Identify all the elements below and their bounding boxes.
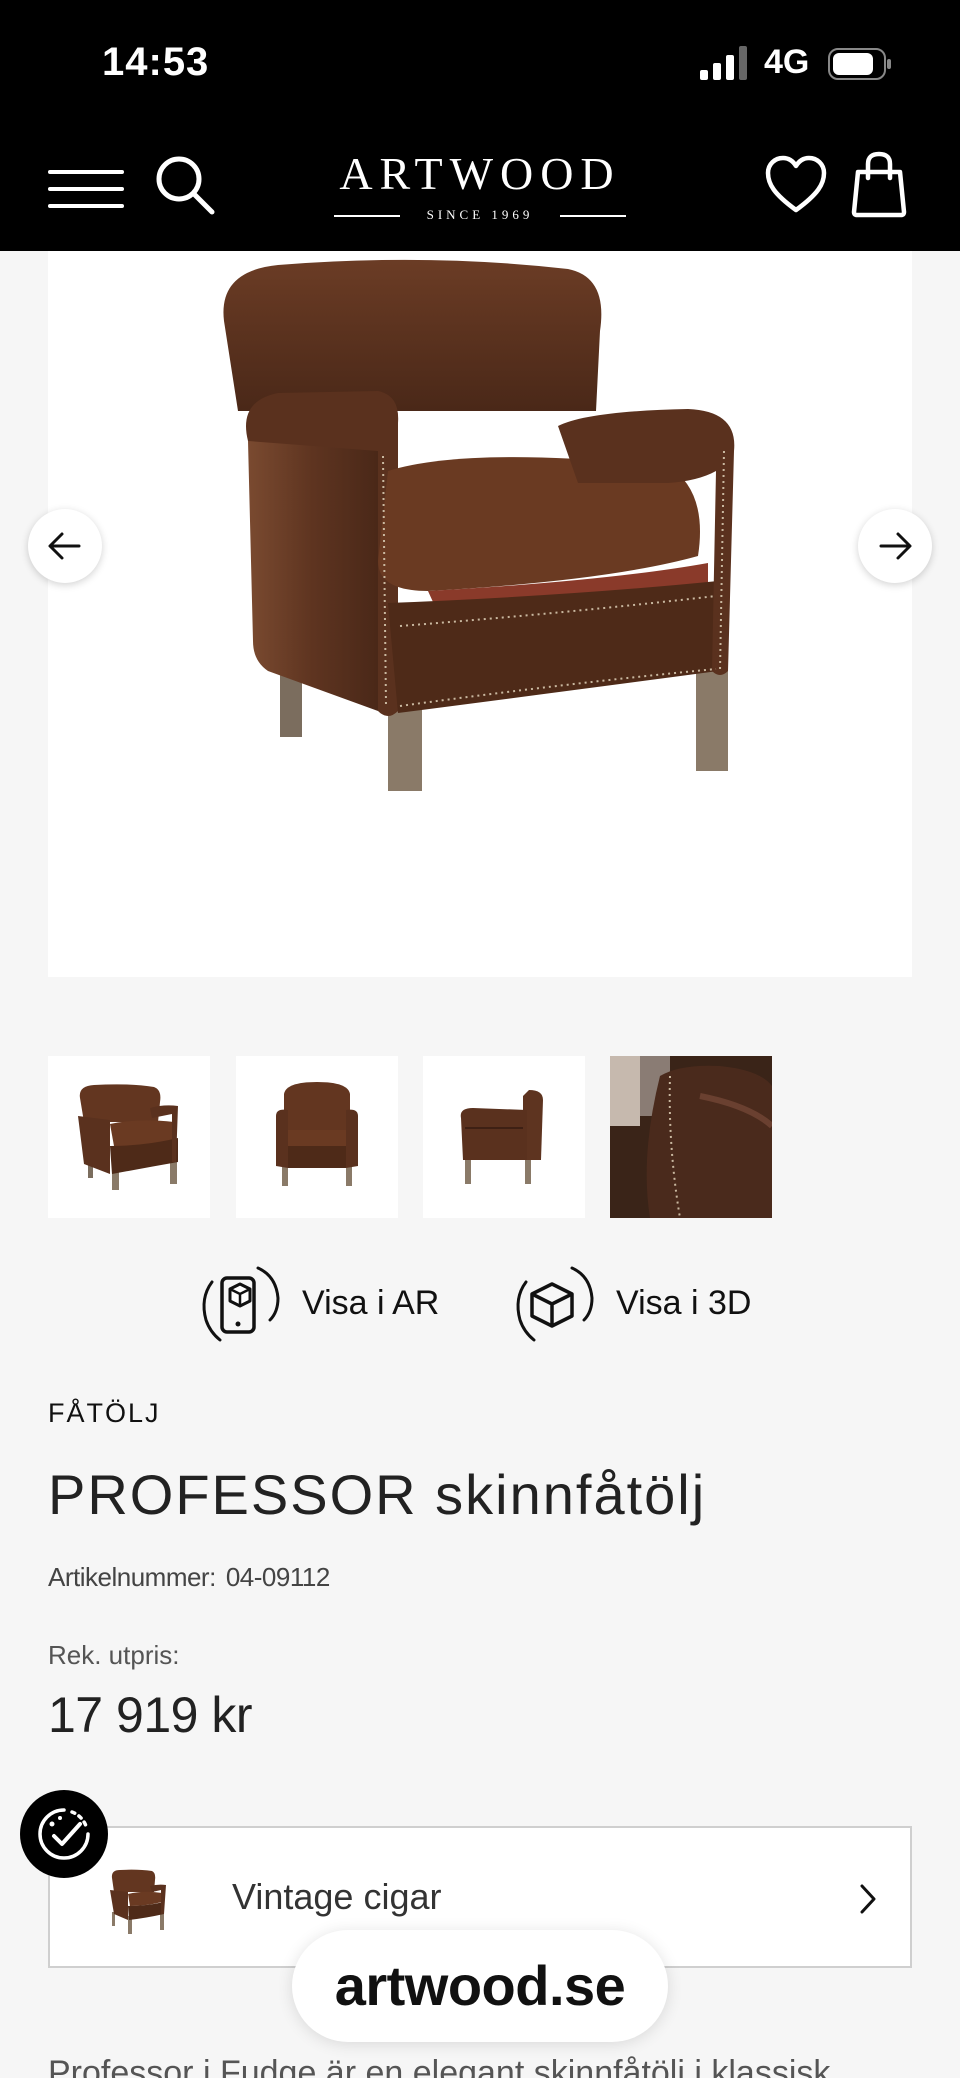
logo-tagline: SINCE 1969 — [426, 207, 534, 222]
menu-icon[interactable] — [48, 160, 124, 218]
thumbnail-3[interactable] — [423, 1056, 585, 1218]
product-price: 17 919 kr — [48, 1687, 252, 1743]
armchair-thumbnail-front — [276, 1082, 358, 1186]
logo-wordmark: ARTWOOD — [339, 148, 621, 199]
thumbnail-4[interactable] — [610, 1056, 772, 1218]
price-label: Rek. utpris: — [48, 1640, 180, 1670]
product-title: PROFESSOR skinnfåtölj — [48, 1463, 707, 1526]
url-text: artwood.se — [334, 1954, 626, 2017]
leather-detail-thumbnail — [610, 1056, 772, 1218]
view-in-ar-label: Visa i AR — [302, 1284, 440, 1322]
product-main-image[interactable] — [48, 251, 912, 977]
variant-label: Vintage cigar — [232, 1876, 442, 1917]
logo-tagline-row: SINCE 1969 — [330, 204, 630, 226]
site-header: ARTWOOD SINCE 1969 — [0, 130, 960, 251]
3d-cube-icon — [516, 1266, 594, 1342]
thumbnail-2[interactable] — [236, 1056, 398, 1218]
artwood-logo[interactable]: ARTWOOD SINCE 1969 — [330, 148, 630, 230]
cookie-settings-button[interactable] — [20, 1790, 108, 1878]
network-type: 4G — [764, 43, 810, 81]
arrow-right-icon — [879, 532, 912, 560]
cookie-check-icon — [38, 1808, 90, 1860]
arrow-left-icon — [48, 532, 81, 560]
chevron-right-icon — [860, 1884, 876, 1914]
status-bar: 14:53 4G — [0, 0, 960, 130]
shopping-bag-icon[interactable] — [850, 150, 908, 218]
view-in-3d-label: Visa i 3D — [616, 1284, 752, 1322]
view-in-ar-button[interactable]: Visa i AR — [196, 1262, 456, 1346]
product-category: FÅTÖLJ — [48, 1398, 161, 1428]
armchair-thumbnail-side — [460, 1090, 543, 1184]
next-image-button[interactable] — [858, 509, 932, 583]
thumbnail-1[interactable] — [48, 1056, 210, 1218]
view-in-3d-button[interactable]: Visa i 3D — [510, 1262, 780, 1346]
signal-icon — [700, 46, 747, 80]
ar-phone-icon — [202, 1266, 280, 1342]
url-bar[interactable]: artwood.se — [292, 1930, 668, 2042]
article-number-label: Artikelnummer: — [48, 1562, 216, 1592]
previous-image-button[interactable] — [28, 509, 102, 583]
variant-thumbnail — [110, 1869, 166, 1934]
battery-icon — [828, 48, 891, 80]
armchair-thumbnail-angle — [78, 1084, 178, 1190]
search-icon[interactable] — [152, 152, 218, 218]
product-description: Professor i Fudge är en elegant skinnfåt… — [48, 2054, 831, 2078]
armchair-image — [223, 259, 735, 791]
article-number-row: Artikelnummer: 04-09112 — [48, 1562, 330, 1593]
heart-icon[interactable] — [764, 154, 828, 216]
status-time: 14:53 — [102, 40, 210, 84]
article-number-value: 04-09112 — [225, 1562, 330, 1592]
